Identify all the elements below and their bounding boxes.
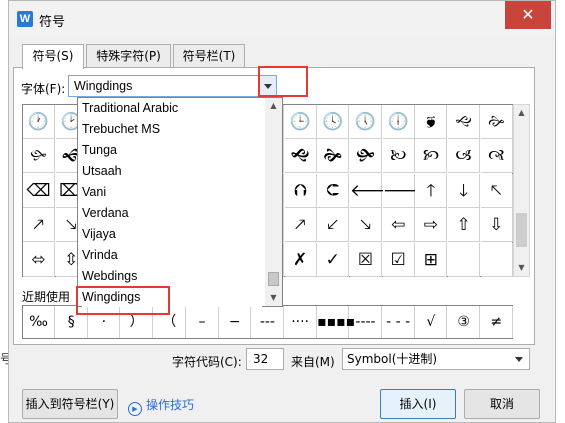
symbol-cell[interactable]: ⮈ <box>317 173 350 208</box>
symbol-cell[interactable]: 🡓 <box>448 173 481 208</box>
symbol-cell[interactable]: 🡗 <box>317 208 350 243</box>
close-button[interactable]: ✕ <box>505 1 551 29</box>
font-option[interactable]: Verdana <box>82 203 262 223</box>
recent-symbol-cell[interactable]: ③ <box>448 306 481 338</box>
symbol-cell[interactable]: ⇧ <box>448 208 481 243</box>
scroll-up-icon[interactable]: ▲ <box>514 105 529 121</box>
chevron-down-icon <box>515 357 523 362</box>
recent-symbol-cell[interactable]: ≠ <box>481 306 513 338</box>
symbol-cell[interactable]: 🙢 <box>448 139 481 174</box>
recent-symbol-cell[interactable]: --- <box>252 306 284 338</box>
symbol-cell[interactable]: 🕕 <box>382 105 415 139</box>
symbol-cell[interactable]: ⇨ <box>415 208 448 243</box>
symbol-cell[interactable] <box>448 242 481 277</box>
recent-symbol-cell[interactable]: - - - <box>383 306 415 338</box>
font-option[interactable]: Trebuchet MS <box>82 119 262 139</box>
font-option[interactable]: Traditional Arabic <box>82 98 262 118</box>
symbol-cell[interactable]: ⇦ <box>382 208 415 243</box>
font-option[interactable]: Vani <box>82 182 262 202</box>
recent-symbol-cell[interactable]: − <box>219 306 252 338</box>
font-option[interactable]: Webdings <box>82 266 262 286</box>
scroll-down-icon[interactable]: ▼ <box>265 290 282 306</box>
symbol-cell[interactable]: ⊞ <box>415 242 448 277</box>
tab-symbol-bar[interactable]: 符号栏(T) <box>173 44 245 68</box>
recent-symbols-label: 近期使用 <box>22 288 75 305</box>
symbol-cell[interactable]: 🡒 <box>382 173 428 208</box>
symbol-cell[interactable]: 🙝 <box>284 139 317 174</box>
title-bar: W 符号 ✕ <box>9 1 555 37</box>
symbol-cell[interactable]: 🕔 <box>350 105 382 139</box>
from-select-value: Symbol(十进制) <box>347 352 438 366</box>
symbol-cell[interactable]: 🙠 <box>382 139 415 174</box>
symbol-cell[interactable]: 🡔 <box>480 173 513 208</box>
font-select-value: Wingdings <box>74 79 133 93</box>
char-code-label: 字符代码(C): <box>172 355 242 369</box>
symbol-cell[interactable]: 🡖 <box>350 208 382 243</box>
symbol-cell[interactable]: 🕓 <box>317 105 350 139</box>
play-icon: ▶ <box>128 402 142 416</box>
symbol-cell[interactable]: 🙙 <box>448 105 481 139</box>
dropdown-arrow-highlight <box>258 66 308 97</box>
symbol-cell[interactable]: 🙟 <box>350 139 382 174</box>
symbol-cell[interactable]: ☒ <box>350 242 382 277</box>
dialog-title: 符号 <box>39 15 66 30</box>
font-dropdown-scrollbar[interactable]: ▲ ▼ <box>265 98 282 306</box>
symbol-cell[interactable]: ⬄ <box>23 242 55 277</box>
wingdings-highlight <box>76 286 170 315</box>
tips-link[interactable]: ▶ 操作技巧 <box>128 396 194 416</box>
recent-symbol-cell[interactable]: ‰ <box>23 306 55 338</box>
wps-writer-icon: W <box>17 11 33 27</box>
symbol-cell[interactable]: 🙘 <box>415 105 448 139</box>
font-option[interactable]: Vijaya <box>82 224 262 244</box>
symbol-cell[interactable]: 🕒 <box>284 105 317 139</box>
symbol-cell[interactable]: 🙡 <box>415 139 448 174</box>
symbol-cell[interactable]: 🙣 <box>480 139 513 174</box>
symbol-cell[interactable] <box>480 242 513 277</box>
tips-label: 操作技巧 <box>146 398 195 412</box>
symbol-cell[interactable]: 🙚 <box>480 105 513 139</box>
symbol-cell[interactable]: ⇩ <box>480 208 513 243</box>
recent-symbol-cell[interactable]: ---- <box>350 306 382 338</box>
symbol-cell[interactable]: 🡑 <box>415 173 448 208</box>
insert-to-symbol-bar-button[interactable]: 插入到符号栏(Y) <box>22 389 118 419</box>
symbol-cell[interactable]: 🕐 <box>23 105 55 139</box>
symbol-cell[interactable]: 🡕 <box>23 208 55 243</box>
symbol-cell[interactable]: 🙞 <box>317 139 350 174</box>
font-label: 字体(F): <box>21 82 66 96</box>
symbol-cell[interactable]: ⮉ <box>284 173 317 208</box>
recent-symbol-cell[interactable]: ▪▪▪▪ <box>317 306 355 338</box>
char-code-input[interactable]: 32 <box>246 348 284 370</box>
from-label: 来自(M) <box>291 355 335 369</box>
from-select[interactable]: Symbol(十进制) <box>342 348 530 370</box>
scroll-down-icon[interactable]: ▼ <box>514 260 529 276</box>
scrollbar-thumb[interactable] <box>516 213 527 247</box>
symbol-grid-scrollbar[interactable]: ▲ ▼ <box>513 104 530 277</box>
tab-symbols[interactable]: 符号(S) <box>22 44 84 69</box>
scrollbar-thumb[interactable] <box>268 272 279 286</box>
insert-button[interactable]: 插入(I) <box>380 389 456 419</box>
background-window-edge-right <box>556 0 565 423</box>
symbol-cell[interactable]: 🡐 <box>350 173 396 208</box>
font-option[interactable]: Tunga <box>82 140 262 160</box>
recent-symbol-cell[interactable]: ···· <box>285 306 317 338</box>
symbol-cell[interactable]: ✗ <box>284 242 317 277</box>
scroll-up-icon[interactable]: ▲ <box>265 98 282 114</box>
tab-special-chars[interactable]: 特殊字符(P) <box>86 44 171 68</box>
symbol-cell[interactable]: ⌫ <box>23 173 55 208</box>
symbol-cell[interactable]: 🡕 <box>284 208 317 243</box>
cancel-button[interactable]: 取消 <box>464 389 540 419</box>
symbol-cell[interactable]: ✓ <box>317 242 350 277</box>
font-select[interactable]: Wingdings <box>68 75 277 97</box>
symbol-cell[interactable]: ☑ <box>382 242 415 277</box>
recent-symbol-cell[interactable]: √ <box>415 306 448 338</box>
font-dropdown-list[interactable]: ▲ ▼ Traditional Arabic Trebuchet MS Tunga U… <box>77 97 283 307</box>
recent-symbol-cell[interactable]: – <box>187 306 219 338</box>
font-option[interactable]: Utsaah <box>82 161 262 181</box>
symbol-cell[interactable]: 🙛 <box>23 139 55 174</box>
font-option[interactable]: Vrinda <box>82 245 262 265</box>
